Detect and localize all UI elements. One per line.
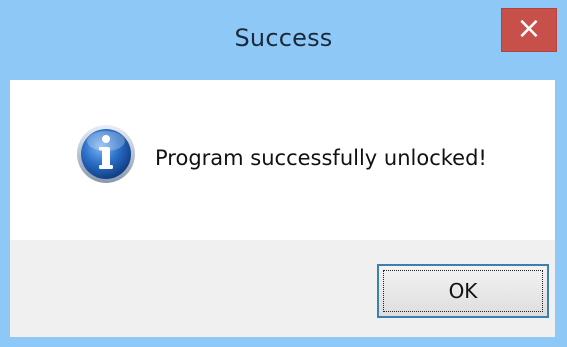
title-bar[interactable]: Success ×	[0, 0, 567, 80]
close-button[interactable]: ×	[501, 8, 557, 52]
ok-button[interactable]: OK	[377, 264, 549, 318]
ok-button-label: OK	[448, 279, 478, 303]
button-bar: OK	[10, 240, 555, 337]
message-dialog: Success × Program successfully unlocked!…	[0, 0, 567, 347]
message-text: Program successfully unlocked!	[155, 146, 487, 170]
info-icon	[77, 125, 135, 183]
close-icon: ×	[516, 11, 542, 46]
dialog-content: Program successfully unlocked!	[10, 80, 555, 240]
dialog-title: Success	[234, 24, 333, 52]
